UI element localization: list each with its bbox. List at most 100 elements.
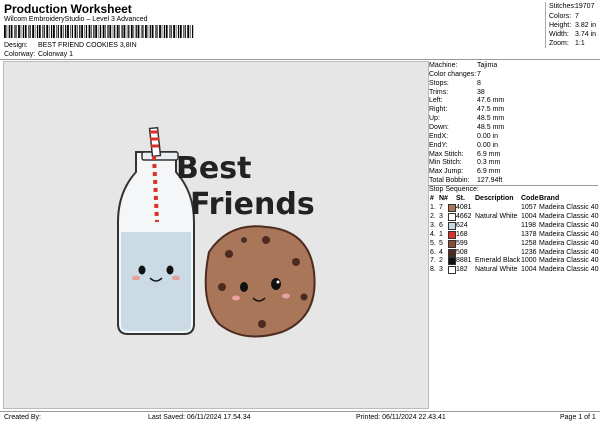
stop-row: 1. 7 4081 1057 Madeira Classic 40 [429, 204, 599, 213]
barcode-bar [91, 25, 92, 38]
barcode-bar [88, 25, 91, 38]
stop-desc: Natural White [475, 212, 518, 220]
barcode-bar [8, 25, 10, 38]
stop-desc: Natural White [475, 266, 518, 274]
barcode-bar [155, 25, 156, 38]
thread-color-swatch [448, 212, 456, 221]
thread-color-swatch [448, 230, 456, 239]
info-row: Min Stitch: 0.3 mm [429, 159, 500, 167]
barcode-bar [67, 25, 69, 38]
barcode-bar [46, 25, 49, 38]
stat-label: Zoom: [549, 40, 569, 47]
barcode-bar [20, 25, 22, 38]
info-row: Left: 47.6 mm [429, 97, 504, 104]
barcode-bar [159, 25, 161, 38]
stop-n: 3 [439, 266, 443, 274]
stop-n: 1 [439, 230, 443, 238]
barcode-bar [22, 25, 24, 38]
barcode-bar [119, 25, 120, 38]
info-label: Min Stitch: [429, 159, 462, 167]
stat-value: 3.74 in [575, 31, 597, 38]
colorway-row: Colorway: Colorway 1 [4, 51, 73, 58]
barcode-bar [161, 25, 163, 38]
info-value: 48.5 mm [477, 115, 505, 123]
stop-n: 6 [439, 221, 443, 229]
info-row: Max Stitch: 6.9 mm [429, 150, 500, 158]
barcode-bar [187, 25, 190, 38]
barcode-bar [42, 25, 43, 38]
barcode-bar [74, 25, 77, 38]
stop-st: 4081 [456, 204, 472, 211]
barcode-bar [85, 25, 88, 38]
colorway-label: Colorway: [4, 51, 36, 58]
barcode-bar [4, 25, 6, 38]
software-subtitle: Wilcom EmbroideryStudio – Level 3 Advanc… [4, 16, 148, 23]
stop-num: 6. [430, 248, 436, 256]
info-row: Stops: 8 [429, 80, 481, 87]
stop-code: 1004 [521, 266, 537, 274]
machine-info-panel: Machine: Tajima Color changes: 7 Stops: 8 Trim… [428, 61, 599, 407]
info-row: EndY: 0.00 in [429, 142, 498, 149]
thread-color-swatch [448, 239, 456, 248]
stat-value: 7 [575, 13, 579, 20]
info-row: Down: 48.5 mm [429, 124, 504, 131]
info-label: Trims: [429, 88, 449, 96]
stat-value: 3.82 in [575, 22, 597, 29]
stop-code: 1057 [521, 204, 537, 211]
page-footer: Created By: Last Saved: 06/11/2024 17.54… [0, 411, 600, 424]
barcode-bar [128, 25, 130, 38]
stop-st: 624 [456, 221, 468, 229]
barcode-bar [105, 25, 106, 38]
design-value: BEST FRIEND COOKIES 3,8IN [37, 42, 137, 49]
created-by: Created By: [4, 414, 41, 421]
barcode-bar [84, 25, 86, 38]
info-value: 0.00 in [477, 141, 499, 149]
barcode-bar [130, 25, 133, 38]
stop-row: 3. 6 624 1198 Madeira Classic 40 [429, 221, 599, 231]
barcode-bar [32, 25, 34, 38]
barcode-bar [147, 25, 149, 38]
barcode-bar [36, 25, 39, 38]
info-value: 38 [477, 88, 485, 96]
best-text: Best [176, 151, 251, 186]
stop-sequence-title: Stop Sequence: [429, 186, 479, 193]
barcode-bar [149, 25, 151, 38]
stop-n: 7 [439, 204, 443, 211]
stat-label: Height: [549, 22, 572, 29]
stop-num: 8. [430, 266, 436, 274]
barcode-bar [140, 25, 142, 38]
stop-num: 7. [430, 257, 436, 265]
design-preview: Best Friends [3, 61, 429, 409]
barcode-bar [43, 25, 45, 38]
stop-code: 1198 [521, 221, 537, 229]
stat-colors: Colors: 7 [549, 13, 579, 20]
worksheet-title: Production Worksheet [4, 2, 132, 16]
stop-n: 4 [439, 248, 443, 256]
stop-num: 3. [430, 221, 436, 229]
stat-stitches: Stitches:19707 [549, 3, 594, 10]
barcode-bar [169, 25, 170, 38]
barcode-bar [71, 25, 73, 38]
barcode-bar [137, 25, 140, 38]
barcode-bar [38, 25, 41, 38]
info-label: Max Stitch: [429, 150, 464, 158]
stop-code: 1378 [521, 230, 537, 238]
info-label: Color changes: [429, 70, 477, 78]
barcode-bar [77, 25, 78, 38]
stop-row: 6. 4 508 1236 Madeira Classic 40 [429, 248, 599, 258]
info-value: 127.94ft [477, 177, 503, 185]
info-row: Color changes: 7 [429, 70, 481, 78]
barcode-bar [70, 25, 71, 38]
column-header: Code [521, 195, 539, 202]
info-value: 6.9 mm [477, 168, 501, 176]
stop-row: 8. 3 182 Natural White 1004 Madeira Classic 4… [429, 266, 599, 275]
stop-desc: Emerald Black [475, 257, 521, 265]
barcode-bar [24, 25, 27, 38]
info-value: 48.5 mm [477, 123, 505, 131]
stat-value: 1:1 [575, 40, 585, 47]
barcode-bar [116, 25, 119, 38]
thread-color-swatch [448, 266, 456, 275]
info-value: Tajima [477, 62, 498, 69]
barcode-bar [18, 25, 20, 38]
embroidery-artwork: Best Friends [117, 126, 316, 338]
